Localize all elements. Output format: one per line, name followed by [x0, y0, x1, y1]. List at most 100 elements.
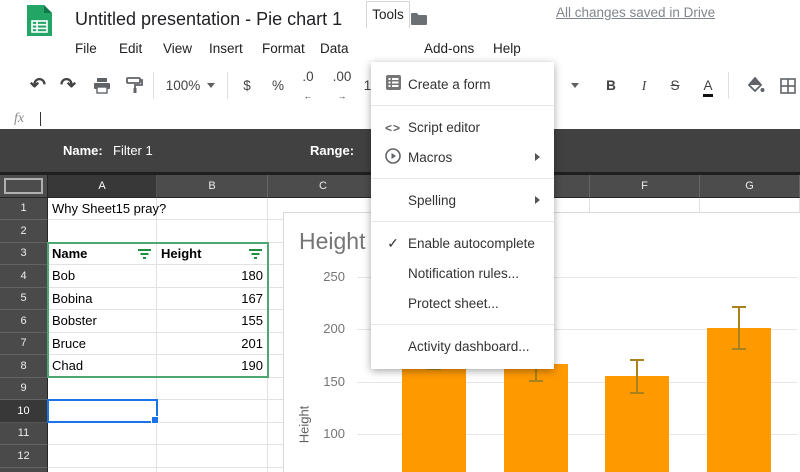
cell-text-A3: Name — [52, 243, 87, 265]
italic-button[interactable]: I — [636, 62, 652, 109]
menu-item-macros[interactable]: Macros — [371, 142, 554, 172]
menu-item-tools-open[interactable]: Tools — [366, 1, 410, 28]
format-currency-button[interactable]: $ — [240, 62, 254, 109]
chart-ytick-250: 250 — [300, 269, 345, 284]
cell-B2[interactable] — [157, 220, 268, 243]
menu-divider — [371, 324, 554, 325]
selected-cell[interactable] — [47, 399, 158, 423]
error-bar-Bruce — [738, 307, 740, 349]
error-bar-Bobster — [636, 360, 638, 393]
chart-ytick-100: 100 — [300, 426, 345, 441]
paint-format-icon[interactable] — [121, 62, 147, 109]
check-icon: ✓ — [383, 235, 403, 252]
row-header-10[interactable]: 10 — [0, 400, 48, 423]
column-header-A[interactable]: A — [48, 175, 157, 198]
undo-icon[interactable]: ↶ — [27, 62, 49, 109]
menu-item-help[interactable]: Help — [493, 41, 521, 56]
fill-handle[interactable] — [151, 416, 159, 424]
row-header-1[interactable]: 1 — [0, 198, 48, 221]
menu-item-protect-sheet[interactable]: Protect sheet... — [371, 288, 554, 318]
row-header-3[interactable]: 3 — [0, 243, 48, 266]
text-cursor — [40, 112, 41, 126]
cell-A9[interactable] — [48, 378, 157, 401]
cell-B9[interactable] — [157, 378, 268, 401]
menu-item-add-ons[interactable]: Add-ons — [424, 41, 474, 56]
column-header-C[interactable]: C — [268, 175, 379, 198]
filter-name-value[interactable]: Filter 1 — [113, 143, 153, 158]
cell-A13[interactable] — [48, 468, 157, 472]
cell-text-B4: 180 — [157, 265, 263, 287]
error-bar-cap — [630, 359, 644, 361]
code-icon: <> — [383, 120, 403, 135]
row-header-4[interactable]: 4 — [0, 265, 48, 288]
zoom-caret-icon[interactable] — [206, 62, 216, 109]
cell-A2[interactable] — [48, 220, 157, 243]
toolbar-separator — [227, 72, 228, 99]
select-all-corner[interactable] — [0, 175, 48, 198]
cell-text-A4: Bob — [52, 265, 75, 287]
menu-item-enable-autocomplete[interactable]: ✓Enable autocomplete — [371, 228, 554, 258]
menu-item-script-editor[interactable]: <>Script editor — [371, 112, 554, 142]
filter-icon-A3[interactable] — [138, 249, 151, 260]
row-header-6[interactable]: 6 — [0, 310, 48, 333]
tools-dropdown-menu: Create a form <>Script editorMacros Spelli… — [371, 62, 554, 369]
menu-item-notification-rules[interactable]: Notification rules... — [371, 258, 554, 288]
menu-item-spelling[interactable]: Spelling — [371, 185, 554, 215]
menu-item-edit[interactable]: Edit — [119, 41, 142, 56]
cell-B10[interactable] — [157, 400, 268, 423]
filter-name-label: Name: — [63, 143, 103, 158]
menu-item-activity-dashboard[interactable]: Activity dashboard... — [371, 331, 554, 361]
row-header-7[interactable]: 7 — [0, 333, 48, 356]
menu-item-create-a-form[interactable]: Create a form — [371, 69, 554, 99]
row-header-12[interactable]: 12 — [0, 445, 48, 468]
menu-divider — [371, 105, 554, 106]
text-color-button[interactable]: A — [700, 62, 716, 109]
chart-ytick-150: 150 — [300, 374, 345, 389]
row-header-9[interactable]: 9 — [0, 378, 48, 401]
row-header-13[interactable]: 13 — [0, 468, 48, 472]
cell-text-B6: 155 — [157, 310, 263, 332]
format-percent-button[interactable]: % — [271, 62, 285, 109]
row-header-8[interactable]: 8 — [0, 355, 48, 378]
row-header-5[interactable]: 5 — [0, 288, 48, 311]
print-icon[interactable] — [89, 62, 115, 109]
cell-B1[interactable] — [157, 198, 268, 221]
cell-B11[interactable] — [157, 423, 268, 446]
cell-A11[interactable] — [48, 423, 157, 446]
filter-range-label: Range: — [310, 143, 354, 158]
column-header-B[interactable]: B — [157, 175, 268, 198]
cell-text-B3: Height — [161, 243, 201, 265]
save-status-text[interactable]: All changes saved in Drive — [556, 5, 715, 20]
row-header-11[interactable]: 11 — [0, 423, 48, 446]
cell-B13[interactable] — [157, 468, 268, 472]
decrease-decimal-button[interactable]: .0← — [297, 62, 319, 109]
menu-item-file[interactable]: File — [75, 41, 97, 56]
folder-icon[interactable] — [410, 12, 427, 26]
menu-item-format[interactable]: Format — [262, 41, 305, 56]
cell-text-B8: 190 — [157, 355, 263, 377]
font-caret-icon[interactable] — [570, 62, 580, 109]
error-bar-cap — [529, 380, 543, 382]
chart-title: Height — [299, 228, 365, 255]
increase-decimal-button[interactable]: .00→ — [329, 62, 355, 109]
error-bar-cap — [732, 306, 746, 308]
submenu-arrow-icon — [535, 153, 540, 161]
column-header-G[interactable]: G — [700, 175, 800, 198]
menu-item-data[interactable]: Data — [320, 41, 349, 56]
cell-B12[interactable] — [157, 445, 268, 468]
bold-button[interactable]: B — [603, 62, 619, 109]
row-header-2[interactable]: 2 — [0, 220, 48, 243]
app-window: Untitled presentation - Pie chart 1 ☆ Fi… — [0, 0, 800, 472]
borders-icon[interactable] — [777, 62, 799, 109]
fill-color-icon[interactable] — [745, 62, 767, 109]
cell-A12[interactable] — [48, 445, 157, 468]
strikethrough-button[interactable]: S — [667, 62, 683, 109]
menu-item-insert[interactable]: Insert — [209, 41, 243, 56]
document-title[interactable]: Untitled presentation - Pie chart 1 — [75, 9, 342, 30]
column-header-F[interactable]: F — [590, 175, 700, 198]
toolbar-separator — [728, 72, 729, 99]
filter-icon-B3[interactable] — [249, 249, 262, 260]
zoom-select[interactable]: 100% — [163, 62, 203, 109]
redo-icon[interactable]: ↷ — [57, 62, 79, 109]
menu-item-view[interactable]: View — [163, 41, 192, 56]
